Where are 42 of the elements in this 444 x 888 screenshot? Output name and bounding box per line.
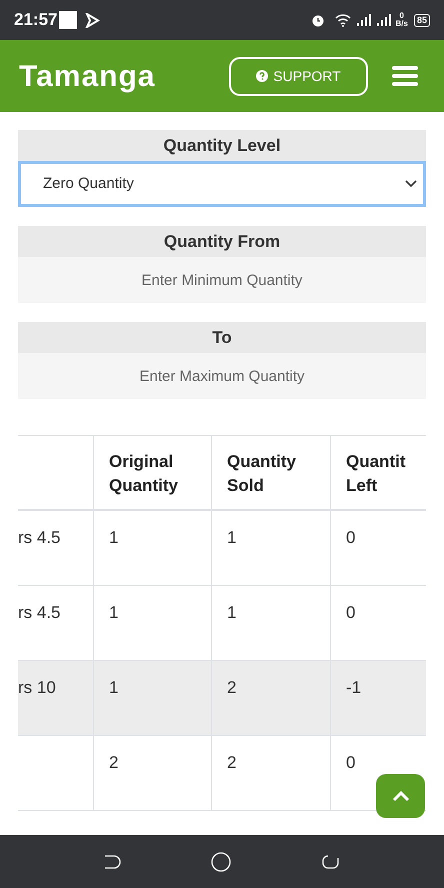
menu-icon[interactable]: [392, 66, 418, 86]
alarm-icon: [310, 13, 325, 27]
table-cell: 2: [227, 753, 236, 772]
table-cell: 2: [227, 678, 236, 697]
help-icon: [256, 70, 268, 82]
table-cell: 2: [109, 753, 118, 772]
table-cell: 1: [109, 528, 118, 547]
table-cell: 1: [227, 603, 236, 622]
chevron-down-icon: [405, 180, 417, 188]
battery-indicator: 85: [414, 14, 430, 26]
column-header: Original Quantity: [109, 451, 179, 497]
column-header: Quantity Sold: [227, 451, 297, 497]
table-cell: 0: [346, 528, 356, 547]
signal-icon: [356, 14, 373, 26]
home-icon[interactable]: [211, 852, 231, 872]
recent-apps-icon[interactable]: [321, 854, 341, 870]
quantity-level-select[interactable]: Zero Quantity: [18, 161, 426, 207]
speed-unit: B/s: [396, 20, 408, 28]
filter-label: Quantity From: [18, 226, 426, 257]
wifi-icon: [334, 14, 351, 26]
table-cell: 1: [109, 678, 118, 697]
table-cell: rs 4.5: [18, 528, 61, 547]
column-header: Quantit Left: [346, 451, 406, 497]
scroll-top-button[interactable]: [376, 774, 425, 818]
table-cell: 0: [346, 753, 356, 772]
filter-label: To: [18, 322, 426, 353]
back-icon[interactable]: [103, 854, 121, 870]
speed-value: 0: [400, 12, 404, 20]
table-cell: 1: [227, 528, 236, 547]
brand-logo: Tamanga: [19, 58, 156, 94]
clock: 21:57: [14, 9, 58, 32]
table-cell: -1: [346, 678, 362, 697]
signal-icon: [376, 14, 393, 26]
table-cell: 1: [109, 603, 118, 622]
filter-label: Quantity Level: [18, 130, 426, 161]
square-icon: [59, 11, 78, 29]
table-cell: rs 4.5: [18, 603, 61, 622]
chevron-up-icon: [392, 790, 410, 802]
quantity-input[interactable]: Enter Minimum Quantity: [18, 257, 426, 303]
table-cell: rs 10: [18, 678, 56, 697]
quantity-input[interactable]: Enter Maximum Quantity: [18, 353, 426, 399]
table-cell: 0: [346, 603, 356, 622]
